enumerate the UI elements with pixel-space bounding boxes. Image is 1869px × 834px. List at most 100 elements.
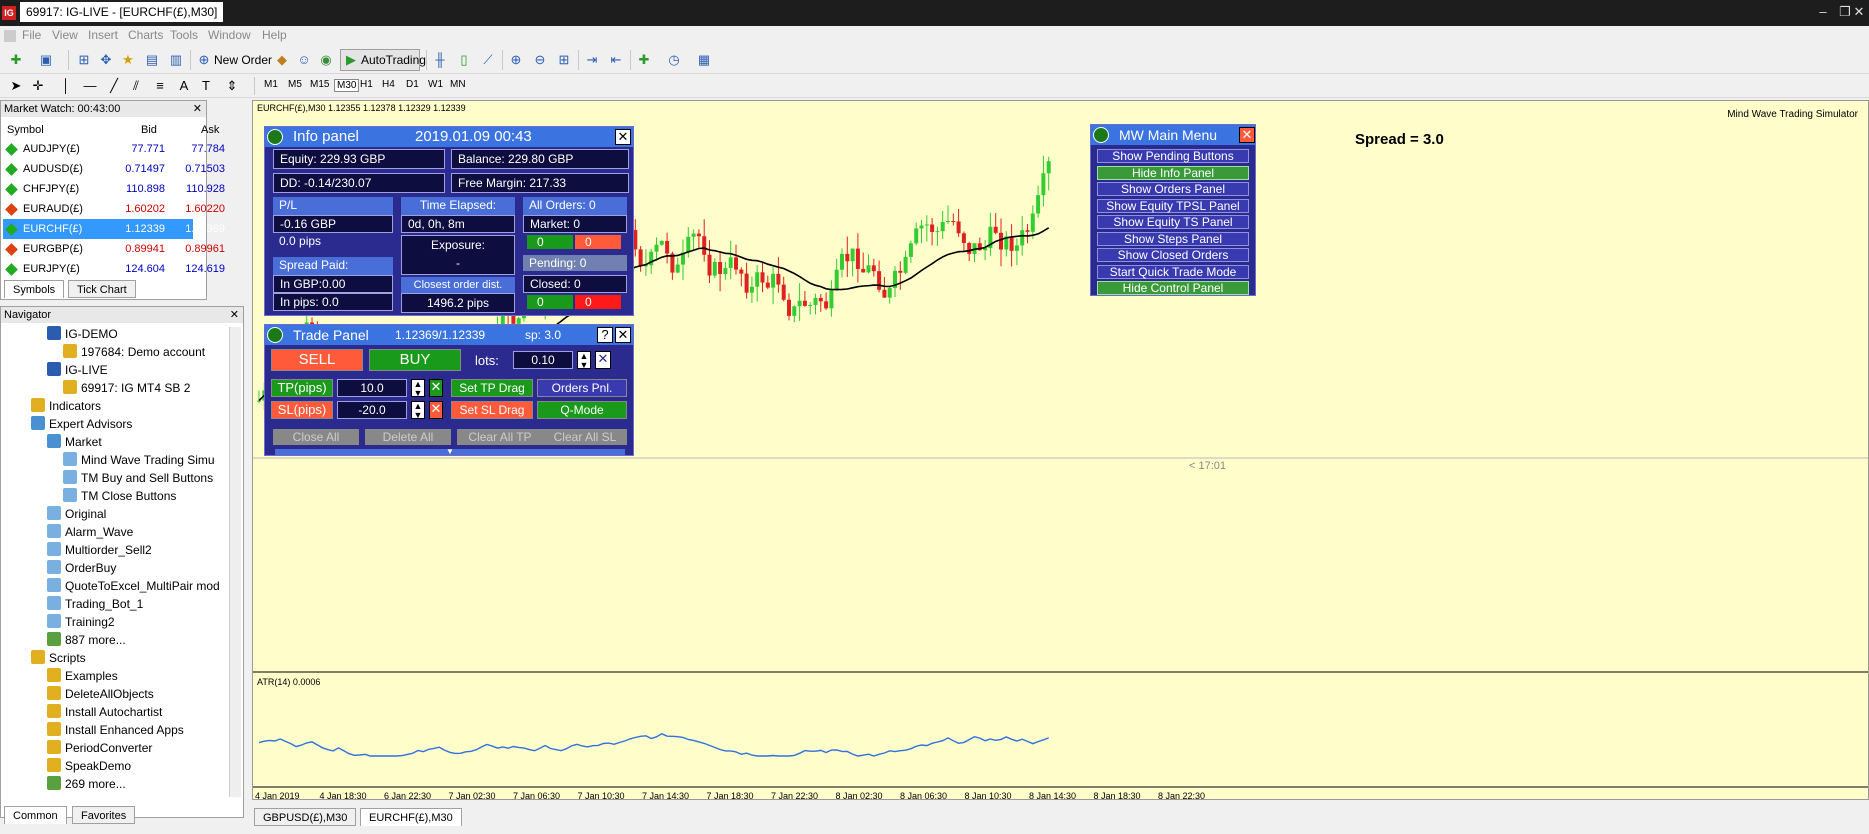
navigator-item[interactable]: IG-LIVE <box>47 361 108 379</box>
market-watch-row[interactable]: AUDUSD(£) 0.71497 0.71503 <box>3 159 225 179</box>
tf-d1[interactable]: D1 <box>406 79 419 90</box>
lots-stepper[interactable]: ▲ ▼ <box>577 351 591 370</box>
menu-help[interactable]: Help <box>262 28 287 42</box>
close-all-button[interactable]: Close All <box>273 429 359 445</box>
zoom-in-icon[interactable]: ⊕ <box>508 52 524 68</box>
tf-mn[interactable]: MN <box>450 79 466 90</box>
crosshair-icon[interactable]: ✛ <box>30 78 46 94</box>
new-chart-icon[interactable]: ✚ <box>8 52 24 68</box>
signals-icon[interactable]: ☺ <box>296 52 312 68</box>
line-chart-icon[interactable]: ⟋ <box>480 52 496 68</box>
close-icon[interactable]: ✕ <box>193 102 202 115</box>
col-bid[interactable]: Bid <box>141 121 157 139</box>
tab-tick-chart[interactable]: Tick Chart <box>68 280 136 298</box>
tab-favorites[interactable]: Favorites <box>72 806 136 824</box>
help-button[interactable]: ? <box>597 327 613 343</box>
buy-button[interactable]: BUY <box>369 349 461 371</box>
tester-icon[interactable]: ▥ <box>168 52 184 68</box>
metaeditor-icon[interactable]: ◆ <box>274 52 290 68</box>
sl-input[interactable]: -20.0 <box>337 401 407 419</box>
doc-icon[interactable] <box>4 30 16 42</box>
tf-w1[interactable]: W1 <box>428 79 443 90</box>
lots-input[interactable]: 0.10 <box>513 351 573 369</box>
col-ask[interactable]: Ask <box>201 121 219 139</box>
navigator-item[interactable]: OrderBuy <box>47 559 116 577</box>
tf-m30[interactable]: M30 <box>334 79 360 92</box>
navigator-item[interactable]: TM Close Buttons <box>63 487 176 505</box>
text-label-icon[interactable]: T <box>198 78 214 94</box>
close-mw-menu-button[interactable]: ✕ <box>1239 127 1255 143</box>
new-order-icon[interactable]: ⊕ <box>196 52 212 68</box>
arrows-icon[interactable]: ⇕ <box>224 78 240 94</box>
navigator-item[interactable]: DeleteAllObjects <box>47 685 154 703</box>
menu-insert[interactable]: Insert <box>88 28 118 42</box>
tile-windows-icon[interactable]: ⊞ <box>556 52 572 68</box>
indicators-icon[interactable]: ✚ <box>636 52 652 68</box>
chart-shift-icon[interactable]: ⇤ <box>608 52 624 68</box>
menu-tools[interactable]: Tools <box>170 28 198 42</box>
candlestick-icon[interactable]: ▯ <box>456 52 472 68</box>
navigator-item[interactable]: Multiorder_Sell2 <box>47 541 152 559</box>
navigator-item[interactable]: Expert Advisors <box>31 415 132 433</box>
delete-all-button[interactable]: Delete All <box>365 429 451 445</box>
navigator-item[interactable]: Market <box>47 433 102 451</box>
mw-menu-button[interactable]: Show Steps Panel <box>1097 231 1249 246</box>
navigator-item[interactable]: Examples <box>47 667 118 685</box>
tf-m5[interactable]: M5 <box>288 79 302 90</box>
navigator-item[interactable]: Original <box>47 505 106 523</box>
close-icon[interactable]: ✕ <box>230 308 239 321</box>
tp-input[interactable]: 10.0 <box>337 379 407 397</box>
set-sl-drag-button[interactable]: Set SL Drag <box>451 401 533 419</box>
chart-tab-eurchf[interactable]: EURCHF(£),M30 <box>360 808 462 826</box>
data-window-icon[interactable]: ✥ <box>98 52 114 68</box>
tp-clear-button[interactable]: ✕ <box>429 379 443 397</box>
collapse-handle[interactable]: ▼ <box>275 448 625 456</box>
tf-m15[interactable]: M15 <box>310 79 329 90</box>
autoscroll-icon[interactable]: ⇥ <box>584 52 600 68</box>
tf-m1[interactable]: M1 <box>264 79 278 90</box>
sl-clear-button[interactable]: ✕ <box>429 401 443 419</box>
horizontal-line-icon[interactable]: — <box>82 78 98 94</box>
market-watch-row[interactable]: CHFJPY(£) 110.898 110.928 <box>3 179 225 199</box>
mw-menu-button[interactable]: Show Closed Orders <box>1097 248 1249 262</box>
menu-charts[interactable]: Charts <box>128 28 163 42</box>
sell-button[interactable]: SELL <box>271 349 363 371</box>
bar-chart-icon[interactable]: ╫ <box>432 52 448 68</box>
mw-menu-button[interactable]: Show Equity TPSL Panel <box>1097 198 1249 213</box>
minimize-icon[interactable]: – <box>1812 4 1834 20</box>
clear-all-tp-button[interactable]: Clear All TP <box>457 429 543 445</box>
profiles-icon[interactable]: ▣ <box>38 52 54 68</box>
market-icon[interactable]: ◉ <box>318 52 334 68</box>
mw-menu-button[interactable]: Hide Control Panel <box>1097 281 1249 295</box>
channel-icon[interactable]: ⫽ <box>128 78 144 94</box>
chart-tab-gbpusd[interactable]: GBPUSD(£),M30 <box>254 808 357 826</box>
mw-menu-button[interactable]: Show Orders Panel <box>1097 182 1249 196</box>
tab-symbols[interactable]: Symbols <box>4 280 65 298</box>
col-symbol[interactable]: Symbol <box>7 121 44 139</box>
navigator-item[interactable]: 197684: Demo account <box>63 343 205 361</box>
q-mode-button[interactable]: Q-Mode <box>537 401 627 419</box>
navigator-item[interactable]: Install Enhanced Apps <box>47 721 184 739</box>
cursor-icon[interactable]: ➤ <box>8 78 24 94</box>
menu-file[interactable]: File <box>22 28 41 42</box>
market-watch-icon[interactable]: ⊞ <box>76 52 92 68</box>
market-watch-row[interactable]: EURGBP(£) 0.89941 0.89961 <box>3 239 225 259</box>
navigator-scrollbar[interactable] <box>229 327 241 797</box>
market-watch-row[interactable]: EURCHF(£) 1.12339 1.12369 <box>3 219 225 239</box>
lots-clear-button[interactable]: ✕ <box>595 351 611 369</box>
navigator-item[interactable]: TM Buy and Sell Buttons <box>63 469 213 487</box>
menu-view[interactable]: View <box>52 28 78 42</box>
terminal-icon[interactable]: ▤ <box>144 52 160 68</box>
templates-icon[interactable]: ▦ <box>696 52 712 68</box>
vertical-line-icon[interactable]: │ <box>58 78 74 94</box>
mw-menu-button[interactable]: Hide Info Panel <box>1097 165 1249 180</box>
market-watch-row[interactable]: AUDJPY(£) 77.771 77.784 <box>3 139 225 159</box>
navigator-item[interactable]: Trading_Bot_1 <box>47 595 143 613</box>
navigator-item[interactable]: PeriodConverter <box>47 739 152 757</box>
tp-stepper[interactable]: ▲ ▼ <box>411 379 425 398</box>
mw-menu-button[interactable]: Start Quick Trade Mode <box>1097 264 1249 279</box>
navigator-item[interactable]: QuoteToExcel_MultiPair mod <box>47 577 220 595</box>
orders-pnl-button[interactable]: Orders Pnl. <box>537 379 627 397</box>
tf-h4[interactable]: H4 <box>382 79 395 90</box>
close-trade-panel-button[interactable]: ✕ <box>615 327 631 343</box>
